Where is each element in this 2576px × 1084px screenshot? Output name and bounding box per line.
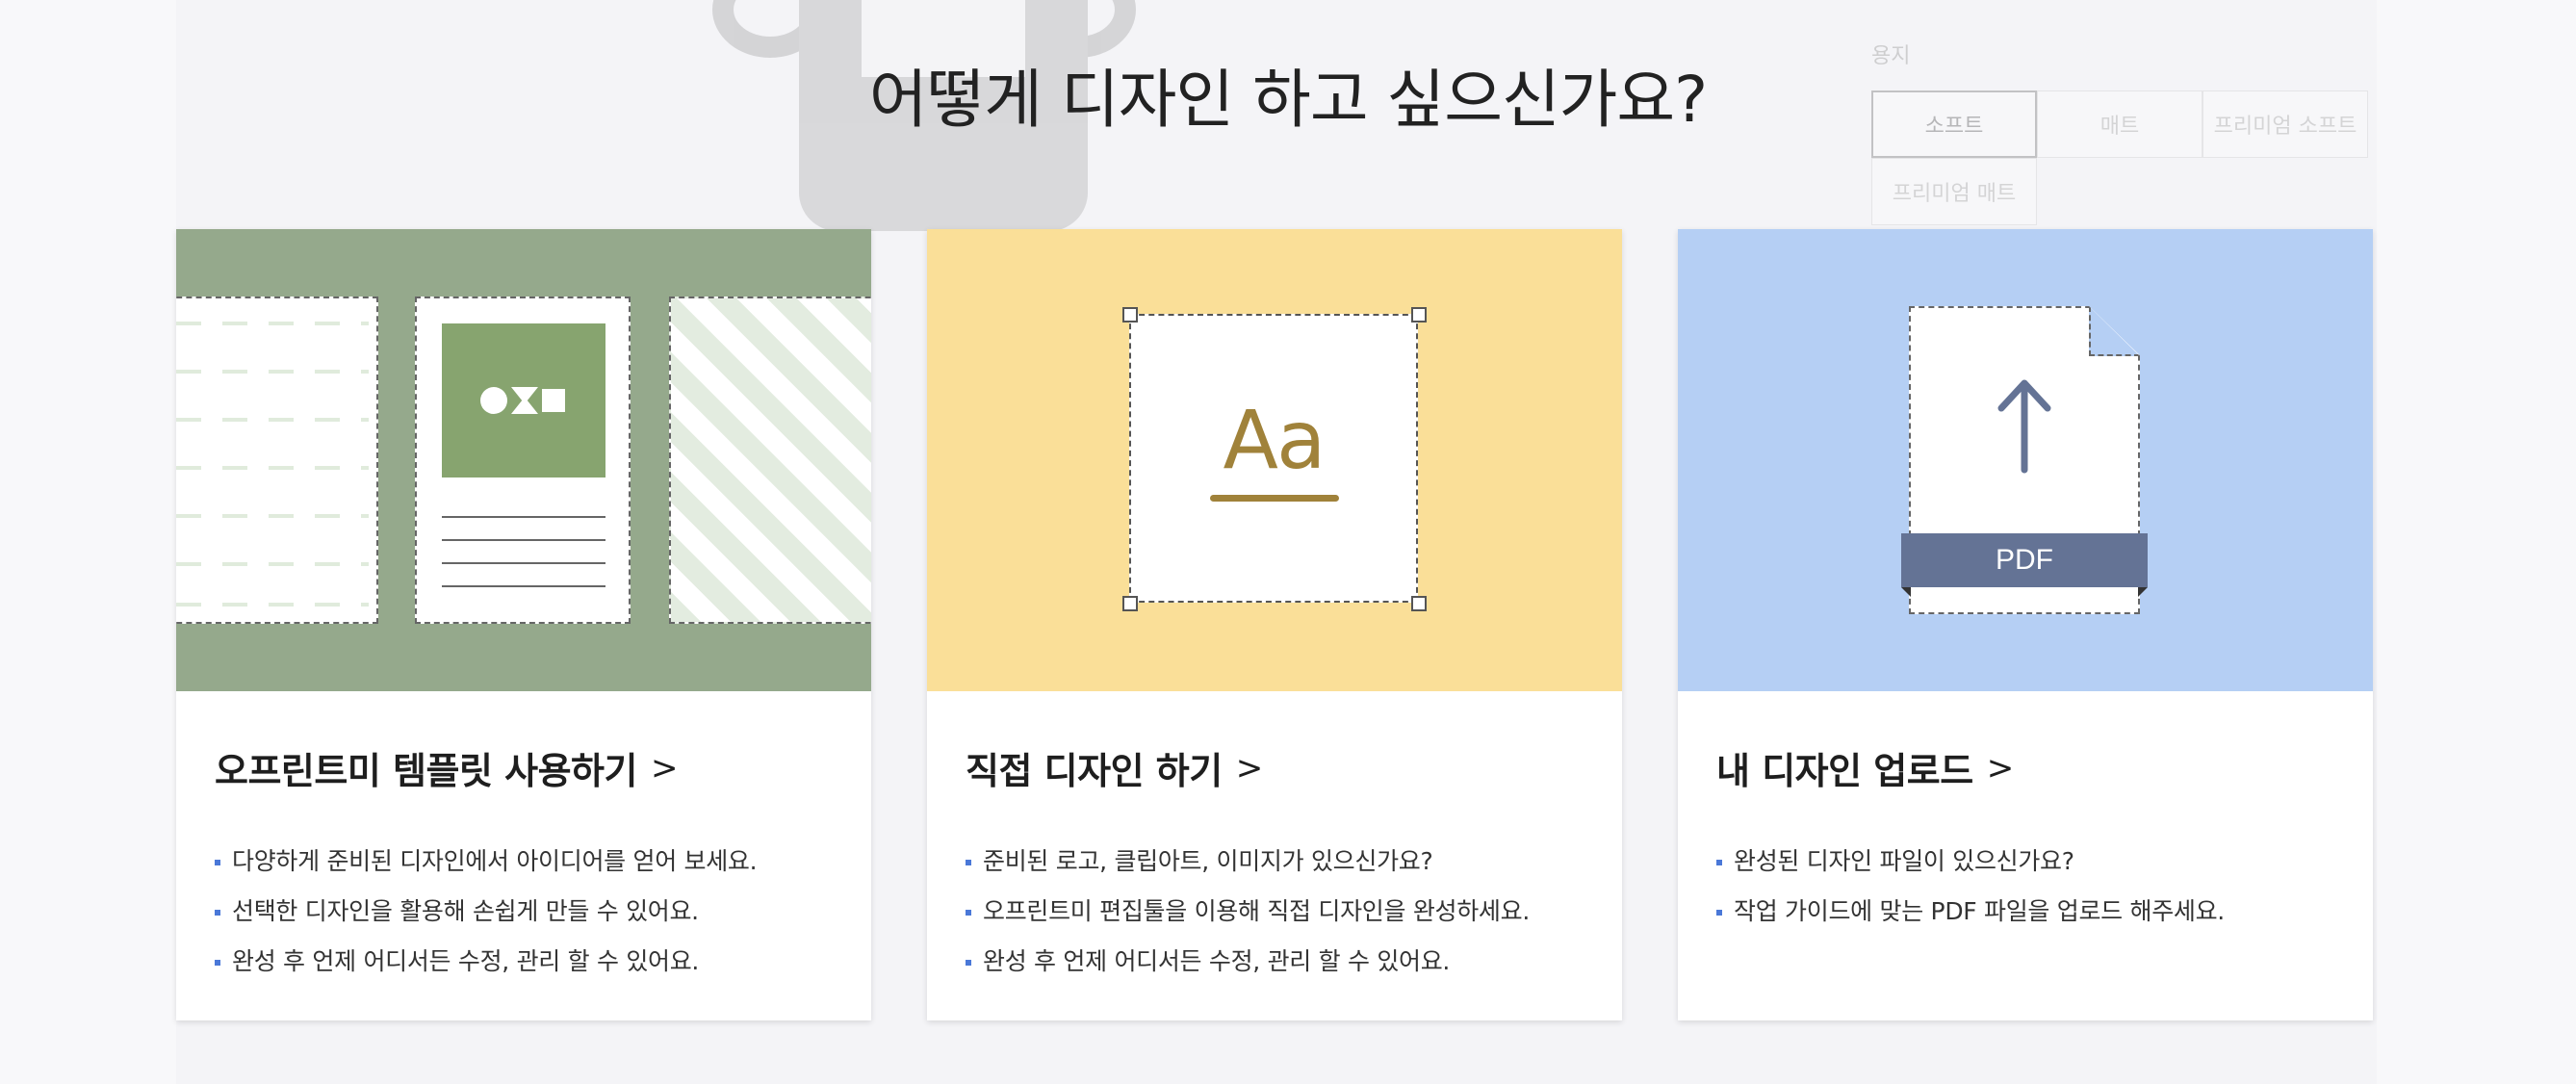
direct-design-card-bullets: 준비된 로고, 클립아트, 이미지가 있으신가요? 오프린트미 편집툴을 이용해… — [966, 837, 1584, 987]
list-item: 오프린트미 편집툴을 이용해 직접 디자인을 완성하세요. — [966, 887, 1584, 937]
upload-illustration: PDF — [1678, 229, 2373, 691]
template-illustration — [176, 229, 871, 691]
list-item: 다양하게 준비된 디자인에서 아이디어를 얻어 보세요. — [215, 837, 833, 887]
direct-design-card-title[interactable]: 직접 디자인 하기 > — [966, 741, 1584, 794]
list-item: 완성된 디자인 파일이 있으신가요? — [1716, 837, 2334, 887]
template-sheet-left — [176, 297, 378, 624]
template-sheet-right — [669, 297, 871, 624]
direct-design-card-title-text: 직접 디자인 하기 — [966, 750, 1223, 792]
template-sheet-center — [415, 297, 631, 624]
text-icon-label: Aa — [1223, 393, 1327, 487]
upload-design-card[interactable]: PDF 내 디자인 업로드 > 완성된 디자인 파일이 있으신가요? 작업 가이… — [1678, 229, 2373, 1020]
pdf-label: PDF — [1901, 533, 2148, 587]
page-title: 어떻게 디자인 하고 싶으신가요? — [868, 63, 1708, 137]
chevron-right-icon: > — [650, 748, 679, 787]
upload-card-bullets: 완성된 디자인 파일이 있으신가요? 작업 가이드에 맞는 PDF 파일을 업로… — [1716, 837, 2334, 937]
list-item: 완성 후 언제 어디서든 수정, 관리 할 수 있어요. — [966, 937, 1584, 987]
direct-design-card[interactable]: Aa 직접 디자인 하기 > 준비된 로고, 클립아트, 이미지가 있으신가요?… — [927, 229, 1622, 1020]
upload-arrow-icon — [1997, 379, 2051, 474]
template-card[interactable]: 오프린트미 템플릿 사용하기 > 다양하게 준비된 디자인에서 아이디어를 얻어… — [176, 229, 871, 1020]
template-card-bullets: 다양하게 준비된 디자인에서 아이디어를 얻어 보세요. 선택한 디자인을 활용… — [215, 837, 833, 987]
list-item: 완성 후 언제 어디서든 수정, 관리 할 수 있어요. — [215, 937, 833, 987]
list-item: 선택한 디자인을 활용해 손쉽게 만들 수 있어요. — [215, 887, 833, 937]
list-item: 작업 가이드에 맞는 PDF 파일을 업로드 해주세요. — [1716, 887, 2334, 937]
direct-design-illustration: Aa — [927, 229, 1622, 691]
text-icon: Aa — [1129, 314, 1418, 603]
list-item: 준비된 로고, 클립아트, 이미지가 있으신가요? — [966, 837, 1584, 887]
template-card-title-text: 오프린트미 템플릿 사용하기 — [215, 750, 637, 792]
design-method-overlay: 어떻게 디자인 하고 싶으신가요? 오프린트미 템플릿 사용하기 > 다양하게 … — [0, 0, 2576, 1084]
chevron-right-icon: > — [1235, 748, 1264, 787]
chevron-right-icon: > — [1986, 748, 2015, 787]
upload-card-title[interactable]: 내 디자인 업로드 > — [1716, 741, 2334, 794]
shapes-icon — [442, 323, 605, 477]
upload-card-title-text: 내 디자인 업로드 — [1716, 750, 1973, 792]
template-card-title[interactable]: 오프린트미 템플릿 사용하기 > — [215, 741, 833, 794]
